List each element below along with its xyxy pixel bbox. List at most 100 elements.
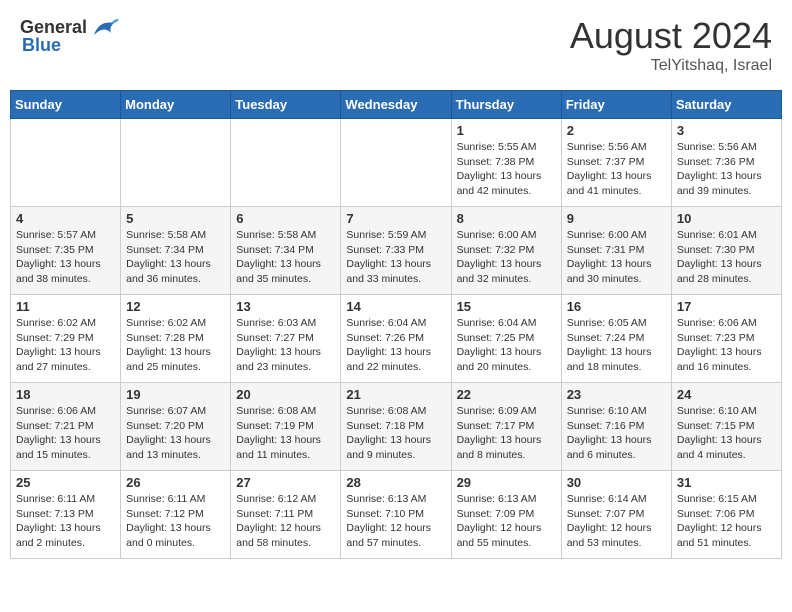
day-number: 17: [677, 299, 776, 314]
day-info: Sunrise: 6:04 AMSunset: 7:26 PMDaylight:…: [346, 316, 445, 375]
day-number: 6: [236, 211, 335, 226]
day-info: Sunrise: 6:14 AMSunset: 7:07 PMDaylight:…: [567, 492, 666, 551]
table-row: 14 Sunrise: 6:04 AMSunset: 7:26 PMDayligh…: [341, 295, 451, 383]
table-row: [121, 119, 231, 207]
col-saturday: Saturday: [671, 91, 781, 119]
day-info: Sunrise: 6:05 AMSunset: 7:24 PMDaylight:…: [567, 316, 666, 375]
table-row: [231, 119, 341, 207]
day-number: 16: [567, 299, 666, 314]
day-number: 21: [346, 387, 445, 402]
table-row: 20Sunrise: 6:08 AMSunset: 7:19 PMDayligh…: [231, 383, 341, 471]
table-row: 7 Sunrise: 5:59 AMSunset: 7:33 PMDaylight…: [341, 207, 451, 295]
table-row: 19 Sunrise: 6:07 AMSunset: 7:20 PMDayligh…: [121, 383, 231, 471]
day-number: 7: [346, 211, 445, 226]
col-tuesday: Tuesday: [231, 91, 341, 119]
day-number: 18: [16, 387, 115, 402]
table-row: 21Sunrise: 6:08 AMSunset: 7:18 PMDayligh…: [341, 383, 451, 471]
table-row: 11 Sunrise: 6:02 AMSunset: 7:29 PMDayligh…: [11, 295, 121, 383]
day-info: Sunrise: 6:10 AMSunset: 7:15 PMDaylight:…: [677, 404, 776, 463]
day-number: 28: [346, 475, 445, 490]
calendar-week-row: 4 Sunrise: 5:57 AMSunset: 7:35 PMDaylight…: [11, 207, 782, 295]
day-info: Sunrise: 5:57 AMSunset: 7:35 PMDaylight:…: [16, 228, 115, 287]
table-row: 12 Sunrise: 6:02 AMSunset: 7:28 PMDayligh…: [121, 295, 231, 383]
day-number: 13: [236, 299, 335, 314]
table-row: 28 Sunrise: 6:13 AMSunset: 7:10 PMDayligh…: [341, 471, 451, 559]
calendar-week-row: 1 Sunrise: 5:55 AMSunset: 7:38 PMDaylight…: [11, 119, 782, 207]
calendar-week-row: 18 Sunrise: 6:06 AMSunset: 7:21 PMDayligh…: [11, 383, 782, 471]
day-info: Sunrise: 5:56 AMSunset: 7:37 PMDaylight:…: [567, 140, 666, 199]
page-header: General Blue August 2024 TelYitshaq, Isr…: [10, 10, 782, 80]
table-row: 25 Sunrise: 6:11 AMSunset: 7:13 PMDayligh…: [11, 471, 121, 559]
day-number: 29: [457, 475, 556, 490]
day-number: 4: [16, 211, 115, 226]
table-row: 10 Sunrise: 6:01 AMSunset: 7:30 PMDayligh…: [671, 207, 781, 295]
logo-bird-icon: [89, 15, 119, 40]
day-number: 3: [677, 123, 776, 138]
day-info: Sunrise: 6:13 AMSunset: 7:10 PMDaylight:…: [346, 492, 445, 551]
day-number: 23: [567, 387, 666, 402]
table-row: [11, 119, 121, 207]
day-info: Sunrise: 5:59 AMSunset: 7:33 PMDaylight:…: [346, 228, 445, 287]
table-row: 27 Sunrise: 6:12 AMSunset: 7:11 PMDayligh…: [231, 471, 341, 559]
day-info: Sunrise: 6:12 AMSunset: 7:11 PMDaylight:…: [236, 492, 335, 551]
col-sunday: Sunday: [11, 91, 121, 119]
header-row: Sunday Monday Tuesday Wednesday Thursday…: [11, 91, 782, 119]
table-row: 4 Sunrise: 5:57 AMSunset: 7:35 PMDaylight…: [11, 207, 121, 295]
table-row: 17Sunrise: 6:06 AMSunset: 7:23 PMDayligh…: [671, 295, 781, 383]
day-info: Sunrise: 6:02 AMSunset: 7:29 PMDaylight:…: [16, 316, 115, 375]
day-number: 8: [457, 211, 556, 226]
day-info: Sunrise: 6:11 AMSunset: 7:12 PMDaylight:…: [126, 492, 225, 551]
day-info: Sunrise: 6:11 AMSunset: 7:13 PMDaylight:…: [16, 492, 115, 551]
calendar-table: Sunday Monday Tuesday Wednesday Thursday…: [10, 90, 782, 559]
day-info: Sunrise: 6:15 AMSunset: 7:06 PMDaylight:…: [677, 492, 776, 551]
day-info: Sunrise: 5:55 AMSunset: 7:38 PMDaylight:…: [457, 140, 556, 199]
day-info: Sunrise: 6:10 AMSunset: 7:16 PMDaylight:…: [567, 404, 666, 463]
day-number: 19: [126, 387, 225, 402]
day-number: 24: [677, 387, 776, 402]
day-info: Sunrise: 6:01 AMSunset: 7:30 PMDaylight:…: [677, 228, 776, 287]
day-number: 26: [126, 475, 225, 490]
day-number: 15: [457, 299, 556, 314]
table-row: 6Sunrise: 5:58 AMSunset: 7:34 PMDaylight…: [231, 207, 341, 295]
day-number: 20: [236, 387, 335, 402]
col-monday: Monday: [121, 91, 231, 119]
day-info: Sunrise: 6:04 AMSunset: 7:25 PMDaylight:…: [457, 316, 556, 375]
day-info: Sunrise: 6:06 AMSunset: 7:21 PMDaylight:…: [16, 404, 115, 463]
col-friday: Friday: [561, 91, 671, 119]
day-number: 9: [567, 211, 666, 226]
day-number: 30: [567, 475, 666, 490]
day-info: Sunrise: 6:02 AMSunset: 7:28 PMDaylight:…: [126, 316, 225, 375]
month-year-title: August 2024: [570, 15, 772, 57]
table-row: 5Sunrise: 5:58 AMSunset: 7:34 PMDaylight…: [121, 207, 231, 295]
table-row: 8 Sunrise: 6:00 AMSunset: 7:32 PMDaylight…: [451, 207, 561, 295]
location-subtitle: TelYitshaq, Israel: [570, 57, 772, 75]
day-number: 1: [457, 123, 556, 138]
day-number: 25: [16, 475, 115, 490]
day-number: 2: [567, 123, 666, 138]
day-info: Sunrise: 6:07 AMSunset: 7:20 PMDaylight:…: [126, 404, 225, 463]
logo-blue-text: Blue: [22, 35, 61, 56]
day-number: 10: [677, 211, 776, 226]
table-row: 29Sunrise: 6:13 AMSunset: 7:09 PMDayligh…: [451, 471, 561, 559]
day-info: Sunrise: 6:00 AMSunset: 7:32 PMDaylight:…: [457, 228, 556, 287]
table-row: 31 Sunrise: 6:15 AMSunset: 7:06 PMDayligh…: [671, 471, 781, 559]
table-row: 26 Sunrise: 6:11 AMSunset: 7:12 PMDayligh…: [121, 471, 231, 559]
table-row: 3 Sunrise: 5:56 AMSunset: 7:36 PMDaylight…: [671, 119, 781, 207]
day-number: 31: [677, 475, 776, 490]
table-row: 24 Sunrise: 6:10 AMSunset: 7:15 PMDayligh…: [671, 383, 781, 471]
table-row: 2 Sunrise: 5:56 AMSunset: 7:37 PMDaylight…: [561, 119, 671, 207]
table-row: 15 Sunrise: 6:04 AMSunset: 7:25 PMDayligh…: [451, 295, 561, 383]
day-number: 12: [126, 299, 225, 314]
day-number: 11: [16, 299, 115, 314]
day-info: Sunrise: 5:58 AMSunset: 7:34 PMDaylight:…: [126, 228, 225, 287]
table-row: 30 Sunrise: 6:14 AMSunset: 7:07 PMDayligh…: [561, 471, 671, 559]
day-info: Sunrise: 5:56 AMSunset: 7:36 PMDaylight:…: [677, 140, 776, 199]
table-row: 1 Sunrise: 5:55 AMSunset: 7:38 PMDaylight…: [451, 119, 561, 207]
day-number: 27: [236, 475, 335, 490]
day-number: 22: [457, 387, 556, 402]
col-thursday: Thursday: [451, 91, 561, 119]
day-number: 14: [346, 299, 445, 314]
table-row: 18 Sunrise: 6:06 AMSunset: 7:21 PMDayligh…: [11, 383, 121, 471]
table-row: 9Sunrise: 6:00 AMSunset: 7:31 PMDaylight…: [561, 207, 671, 295]
title-block: August 2024 TelYitshaq, Israel: [570, 15, 772, 75]
